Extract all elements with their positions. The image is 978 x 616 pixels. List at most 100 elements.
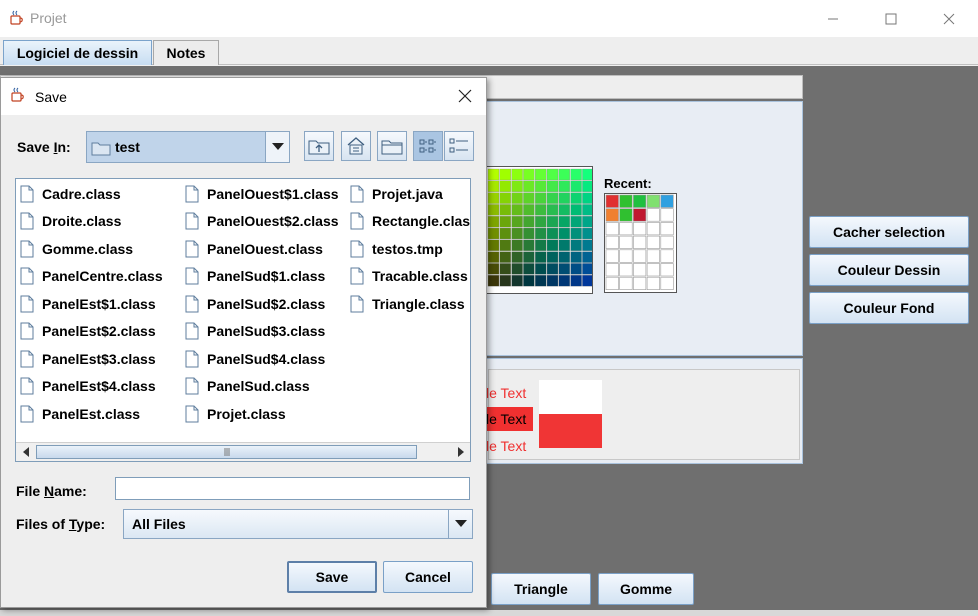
list-view-button[interactable] [413,131,443,161]
recent-color-swatch[interactable] [633,235,647,249]
recent-color-swatch[interactable] [619,249,633,263]
color-swatch[interactable] [558,275,570,287]
color-swatch[interactable] [558,227,570,240]
color-swatch[interactable] [546,227,559,240]
color-swatch[interactable] [499,216,511,228]
file-item[interactable]: Tracable.class [350,263,468,290]
color-swatch[interactable] [523,180,535,192]
color-swatch[interactable] [546,204,559,216]
color-swatch[interactable] [523,168,535,181]
color-swatch[interactable] [570,263,582,275]
recent-color-swatch[interactable] [633,222,647,236]
file-item[interactable]: PanelOuest.class [185,235,323,262]
recent-color-swatch[interactable] [633,249,647,263]
color-swatch[interactable] [511,168,523,181]
color-swatch[interactable] [558,216,570,228]
color-swatch[interactable] [511,227,523,240]
file-item[interactable]: PanelOuest$1.class [185,180,339,207]
home-button[interactable] [341,131,371,161]
color-swatch[interactable] [487,216,500,228]
color-swatch[interactable] [535,239,547,251]
recent-color-swatch[interactable] [619,276,633,290]
file-item[interactable]: PanelEst.class [20,400,140,427]
color-swatch[interactable] [511,192,523,204]
recent-color-swatch[interactable] [660,235,674,249]
color-swatch[interactable] [546,216,559,228]
file-item[interactable]: PanelCentre.class [20,263,163,290]
color-swatch[interactable] [535,180,547,192]
details-view-button[interactable] [444,131,474,161]
recent-color-swatch[interactable] [605,249,619,263]
color-swatch[interactable] [499,180,511,192]
color-swatch[interactable] [523,251,535,263]
color-swatch[interactable] [570,251,582,263]
color-swatch[interactable] [535,227,547,240]
file-item[interactable]: Projet.class [185,400,286,427]
swatches[interactable] [486,167,592,293]
color-swatch[interactable] [499,275,511,287]
color-swatch[interactable] [487,180,500,192]
dialog-close-button[interactable] [450,83,480,109]
recent-color-swatch[interactable] [633,208,647,222]
file-item[interactable]: PanelSud$3.class [185,318,325,345]
recent-swatches[interactable] [605,194,676,292]
color-swatch[interactable] [535,251,547,263]
close-button[interactable] [920,0,978,37]
color-swatch[interactable] [558,168,570,181]
file-item[interactable]: PanelOuest$2.class [185,208,339,235]
file-item[interactable]: Droite.class [20,208,121,235]
color-swatch[interactable] [546,239,559,251]
color-swatch[interactable] [511,180,523,192]
recent-color-swatch[interactable] [660,222,674,236]
scroll-right-button[interactable] [451,443,470,461]
gomme-button[interactable]: Gomme [598,573,694,605]
recent-color-swatch[interactable] [605,222,619,236]
color-swatch[interactable] [582,216,592,228]
color-swatch[interactable] [582,251,592,263]
recent-color-swatch[interactable] [619,235,633,249]
file-list[interactable]: Cadre.class Droite.class Gomme.class PanelC… [15,178,471,462]
color-swatch[interactable] [487,239,500,251]
recent-swatch-grid[interactable] [604,193,677,293]
file-item[interactable]: PanelEst$3.class [20,345,156,372]
recent-color-swatch[interactable] [633,194,647,208]
file-item[interactable]: PanelSud$1.class [185,263,325,290]
color-swatch[interactable] [582,204,592,216]
color-swatch[interactable] [535,192,547,204]
file-name-input[interactable] [115,477,470,500]
new-folder-button[interactable] [377,131,407,161]
file-item[interactable]: Rectangle.class [350,208,470,235]
color-swatch[interactable] [499,263,511,275]
color-swatch[interactable] [487,275,500,287]
recent-color-swatch[interactable] [605,194,619,208]
file-item[interactable]: testos.tmp [350,235,443,262]
color-swatch[interactable] [546,180,559,192]
up-one-level-button[interactable] [304,131,334,161]
recent-color-swatch[interactable] [605,263,619,277]
color-swatch[interactable] [570,204,582,216]
color-swatch[interactable] [558,192,570,204]
color-swatch[interactable] [558,263,570,275]
recent-color-swatch[interactable] [660,194,674,208]
color-swatch[interactable] [511,251,523,263]
recent-color-swatch[interactable] [660,249,674,263]
file-item[interactable]: PanelSud.class [185,373,310,400]
color-swatch[interactable] [546,263,559,275]
color-swatch[interactable] [499,251,511,263]
recent-color-swatch[interactable] [646,249,660,263]
color-swatch[interactable] [535,168,547,181]
file-item[interactable]: Gomme.class [20,235,133,262]
color-swatch[interactable] [546,251,559,263]
color-swatch[interactable] [570,275,582,287]
color-swatch[interactable] [558,180,570,192]
cacher-selection-button[interactable]: Cacher selection [809,216,969,248]
recent-color-swatch[interactable] [660,276,674,290]
file-item[interactable]: Projet.java [350,180,443,207]
triangle-button[interactable]: Triangle [491,573,591,605]
recent-color-swatch[interactable] [605,235,619,249]
cancel-button[interactable]: Cancel [383,561,473,593]
color-swatch[interactable] [499,204,511,216]
color-swatch[interactable] [487,168,500,181]
file-item[interactable]: Cadre.class [20,180,121,207]
color-swatch[interactable] [570,227,582,240]
